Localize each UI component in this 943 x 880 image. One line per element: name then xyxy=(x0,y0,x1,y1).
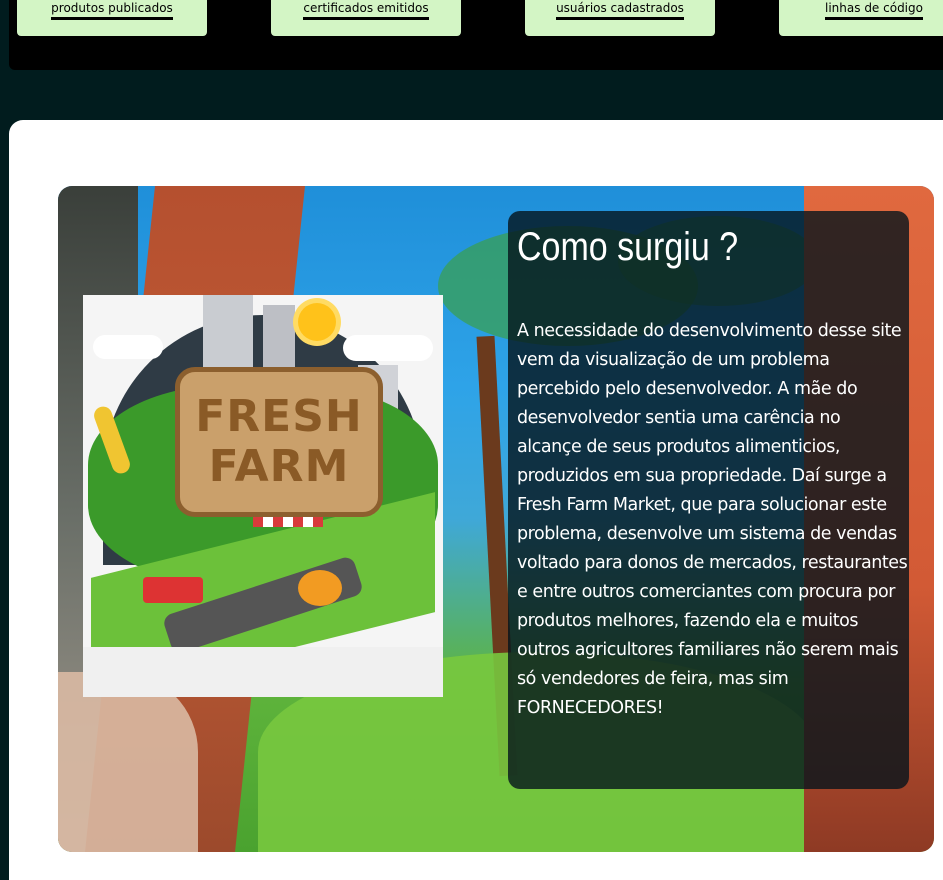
stat-card-code-lines: linhas de código xyxy=(779,0,943,36)
stat-label-users: usuários cadastrados xyxy=(556,0,684,20)
stat-card-users: usuários cadastrados xyxy=(525,0,715,36)
illustration-building xyxy=(203,295,253,375)
cloud-icon xyxy=(343,335,433,361)
banner-hand xyxy=(58,672,198,852)
stat-label-products: produtos publicados xyxy=(51,0,173,20)
stats-bar: produtos publicados certificados emitido… xyxy=(9,0,943,70)
sign-text-line-2: FARM xyxy=(208,441,350,492)
cloud-icon xyxy=(93,335,163,359)
truck-icon xyxy=(143,577,203,603)
sign-text-line-1: FRESH xyxy=(195,391,363,442)
stat-label-certificates: certificados emitidos xyxy=(303,0,429,20)
origin-description: A necessidade do desenvolvimento desse s… xyxy=(517,321,908,718)
pumpkin-icon xyxy=(298,570,342,606)
illustration-building xyxy=(263,305,295,375)
fresh-farm-sign: FRESH FARM xyxy=(175,367,383,517)
stat-card-products: produtos publicados xyxy=(17,0,207,36)
stat-card-certificates: certificados emitidos xyxy=(271,0,461,36)
fresh-farm-illustration: FRESH FARM xyxy=(83,295,443,697)
stat-label-code-lines: linhas de código xyxy=(825,0,923,20)
sun-icon xyxy=(298,303,336,341)
illustration-table-base xyxy=(83,647,443,697)
origin-title: Como surgiu ? xyxy=(517,225,739,269)
origin-info-panel: Como surgiu ? A necessidade do desenvolv… xyxy=(508,211,909,789)
